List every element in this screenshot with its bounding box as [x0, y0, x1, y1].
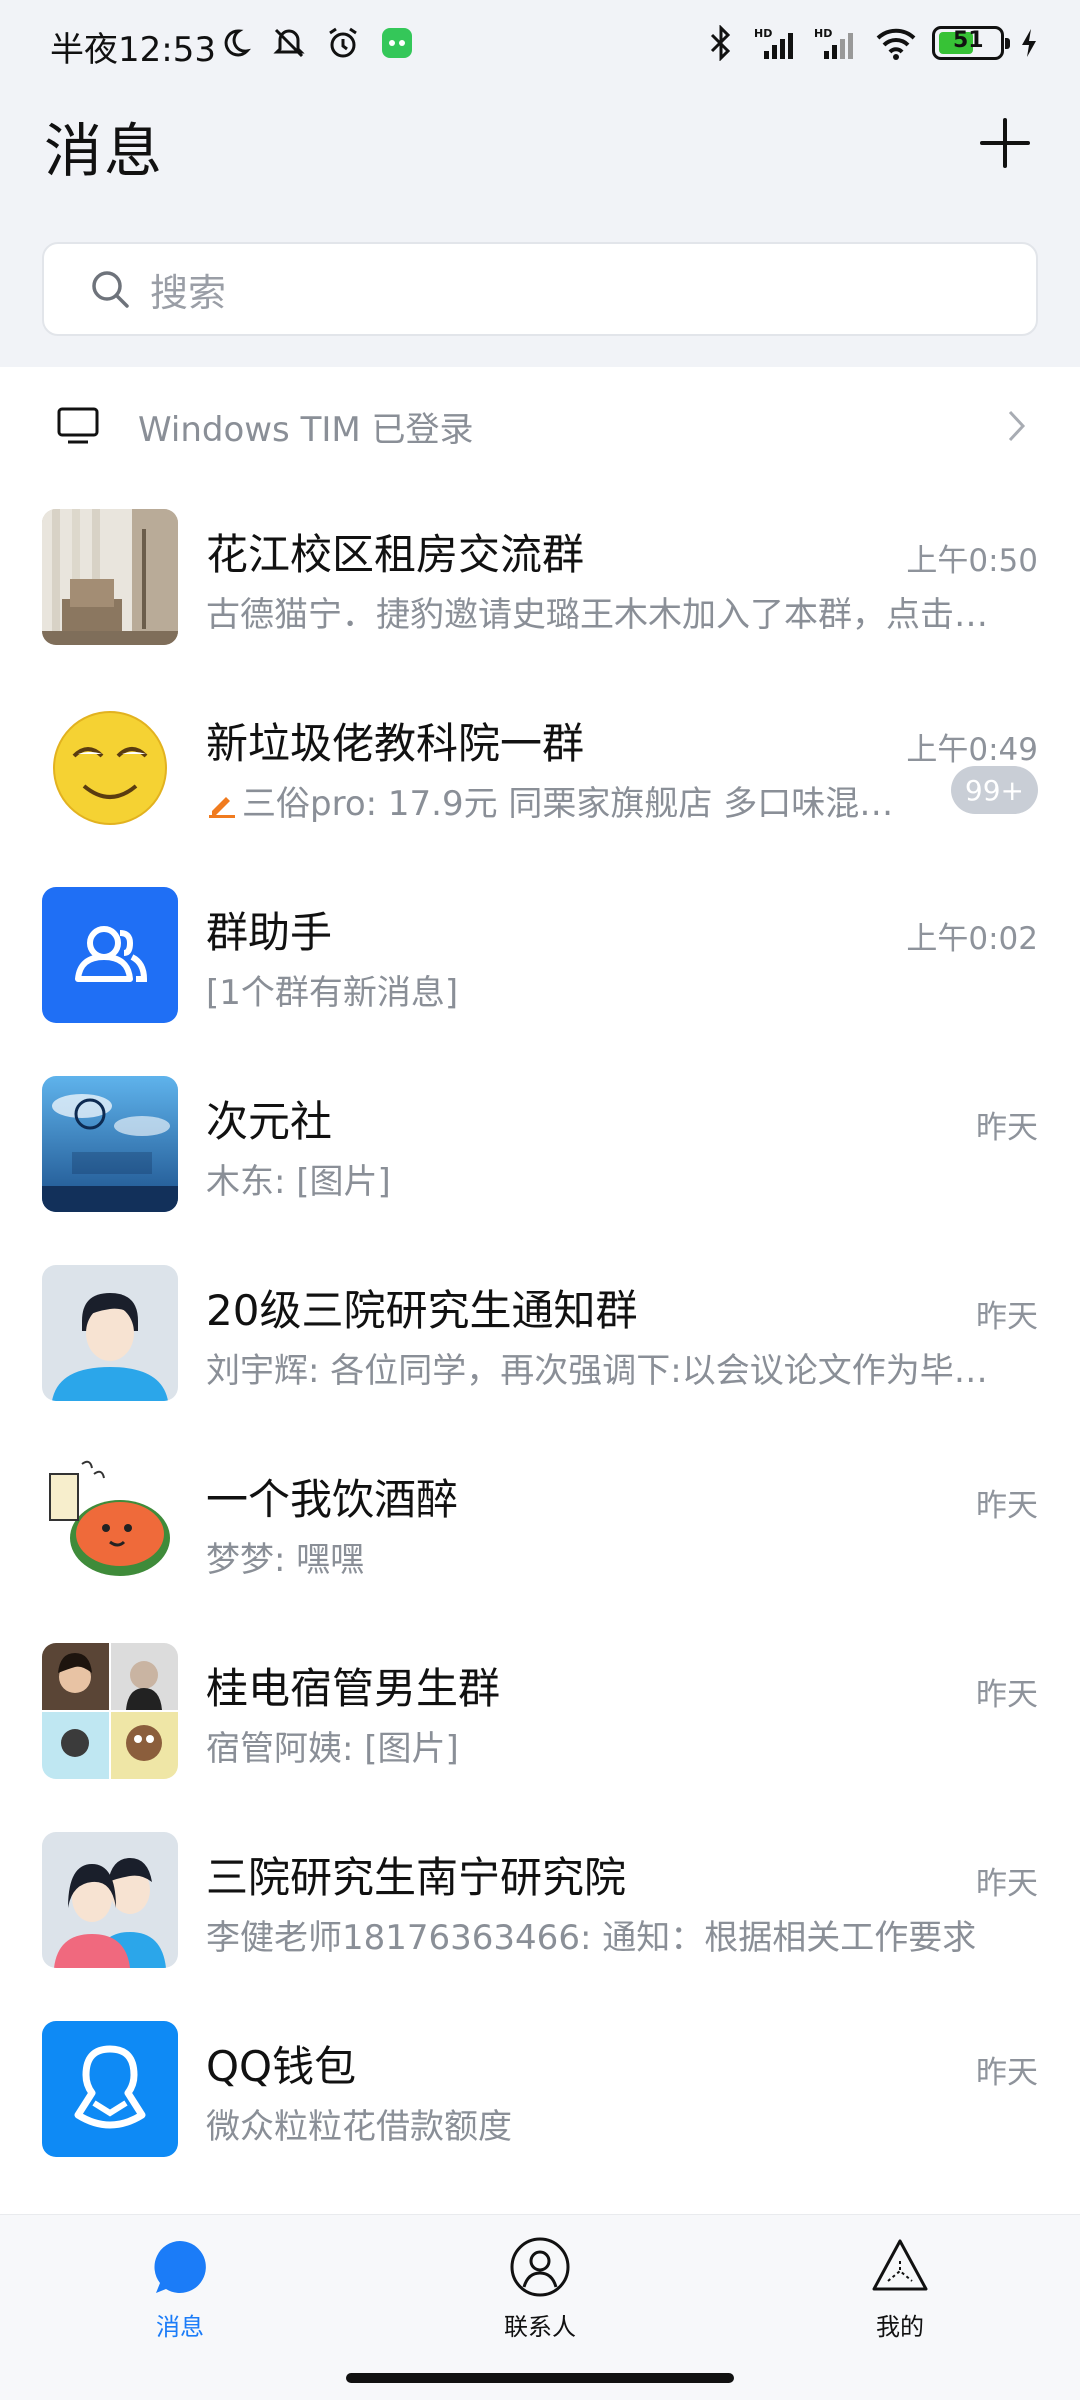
group-assistant-icon: [42, 887, 178, 1023]
status-bar: 半夜12:53 HD HD 51: [0, 0, 1080, 92]
chat-name: 新垃圾佬教科院一群: [206, 719, 585, 768]
default-group-avatar: [42, 1832, 178, 1968]
group-avatar-room: [42, 509, 178, 645]
chat-name: 花江校区租房交流群: [206, 530, 585, 579]
tab-messages[interactable]: 消息: [80, 2235, 280, 2355]
chat-last-message: [1个群有新消息]: [206, 973, 459, 1013]
chat-item[interactable]: 花江校区租房交流群 上午0:50 古德猫宁．捷豹邀请史璐王木木加入了本群，点击修…: [0, 503, 1080, 692]
status-time: 半夜12:53: [50, 30, 216, 70]
tab-messages-label: 消息: [156, 2313, 204, 2341]
group-avatar-anime: [42, 1076, 178, 1212]
app-notification-icon: [378, 24, 416, 62]
chat-name: 三院研究生南宁研究院: [206, 1853, 627, 1902]
chat-list: 花江校区租房交流群 上午0:50 古德猫宁．捷豹邀请史璐王木木加入了本群，点击修…: [0, 503, 1080, 2204]
page-title: 消息: [44, 117, 165, 185]
battery-indicator: 51: [932, 26, 1010, 60]
chat-time: 昨天: [976, 1866, 1038, 1902]
signal-1-icon: HD: [754, 24, 800, 62]
tab-contacts-label: 联系人: [504, 2313, 576, 2341]
chat-item[interactable]: 次元社 昨天 木东: [图片]: [0, 1070, 1080, 1259]
chat-name: 群助手: [206, 908, 333, 957]
chat-last-message: 李健老师18176363466: 通知：根据相关工作要求: [206, 1918, 977, 1958]
message-bubble-icon: [154, 2241, 206, 2293]
chat-time: 上午0:02: [906, 921, 1038, 957]
monitor-icon: [57, 407, 99, 444]
tab-contacts[interactable]: 联系人: [440, 2235, 640, 2355]
chat-last-message: 古德猫宁．捷豹邀请史璐王木木加入了本群，点击修改: [206, 595, 1016, 635]
chat-item[interactable]: QQ钱包 昨天 微众粒粒花借款额度: [0, 2015, 1080, 2204]
search-placeholder: 搜索: [150, 270, 227, 315]
add-button[interactable]: [980, 118, 1030, 168]
chat-name: QQ钱包: [206, 2042, 357, 2091]
chat-time: 上午0:49: [906, 732, 1038, 768]
svg-text:HD: HD: [814, 27, 832, 40]
profile-triangle-icon: [872, 2239, 928, 2291]
chat-time: 昨天: [976, 2055, 1038, 2091]
search-input[interactable]: 搜索: [42, 242, 1038, 336]
group-avatar-watermelon: [42, 1454, 178, 1590]
chevron-right-icon: [1008, 410, 1026, 442]
default-user-avatar: [42, 1265, 178, 1401]
tab-me-label: 我的: [876, 2313, 924, 2341]
contacts-icon: [510, 2237, 570, 2297]
chat-item[interactable]: 群助手 上午0:02 [1个群有新消息]: [0, 881, 1080, 1070]
chat-time: 昨天: [976, 1677, 1038, 1713]
chat-time: 昨天: [976, 1110, 1038, 1146]
windows-tim-login-row[interactable]: Windows TIM 已登录: [0, 380, 1080, 472]
chat-last-message: 微众粒粒花借款额度: [206, 2107, 512, 2147]
chat-time: 昨天: [976, 1299, 1038, 1335]
chat-last-message: 宿管阿姨: [图片]: [206, 1729, 459, 1769]
chat-item[interactable]: 20级三院研究生通知群 昨天 刘宇辉: 各位同学，再次强调下:以会议论文作为毕业…: [0, 1259, 1080, 1448]
search-icon: [92, 271, 129, 308]
chat-last-message: 刘宇辉: 各位同学，再次强调下:以会议论文作为毕业要求: [206, 1351, 1016, 1391]
chat-name: 20级三院研究生通知群: [206, 1286, 638, 1335]
chat-time: 上午0:50: [906, 543, 1038, 579]
chat-item[interactable]: 一个我饮酒醉 昨天 梦梦: 嘿嘿: [0, 1448, 1080, 1637]
wifi-icon: [874, 24, 918, 62]
chat-name: 一个我饮酒醉: [206, 1475, 459, 1524]
mute-icon: [270, 24, 308, 62]
chat-name: 次元社: [206, 1097, 333, 1146]
header-area: 半夜12:53 HD HD 51 消息 搜索: [0, 0, 1080, 367]
chat-name: 桂电宿管男生群: [206, 1664, 501, 1713]
charging-icon: [1018, 24, 1040, 62]
bluetooth-icon: [702, 24, 740, 62]
home-indicator[interactable]: [346, 2373, 734, 2383]
chat-item[interactable]: 三院研究生南宁研究院 昨天 李健老师18176363466: 通知：根据相关工作…: [0, 1826, 1080, 2015]
chat-last-message: 梦梦: 嘿嘿: [206, 1540, 365, 1580]
unread-badge: 99+: [950, 766, 1038, 814]
signal-2-icon: HD: [814, 24, 860, 62]
chat-last-message: 三俗pro: 17.9元 同栗家旗舰店 多口味混合装: [206, 776, 906, 825]
group-avatar-smiley: [42, 698, 178, 834]
chat-item[interactable]: 新垃圾佬教科院一群 上午0:49 三俗pro: 17.9元 同栗家旗舰店 多口味…: [0, 692, 1080, 881]
svg-text:HD: HD: [754, 27, 772, 40]
chat-time: 昨天: [976, 1488, 1038, 1524]
tab-me[interactable]: 我的: [800, 2235, 1000, 2355]
chat-last-message: 木东: [图片]: [206, 1162, 391, 1202]
pen-icon: [209, 797, 235, 818]
qq-wallet-icon: [42, 2021, 178, 2157]
chat-last-message-text: 三俗pro: 17.9元 同栗家旗舰店 多口味混合装: [242, 784, 906, 824]
alarm-icon: [324, 24, 362, 62]
moon-icon: [216, 24, 254, 62]
windows-tim-status: Windows TIM 已登录: [138, 409, 474, 450]
battery-level: 51: [953, 28, 984, 53]
chat-item[interactable]: 桂电宿管男生群 昨天 宿管阿姨: [图片]: [0, 1637, 1080, 1826]
group-avatar-collage: [42, 1643, 178, 1779]
